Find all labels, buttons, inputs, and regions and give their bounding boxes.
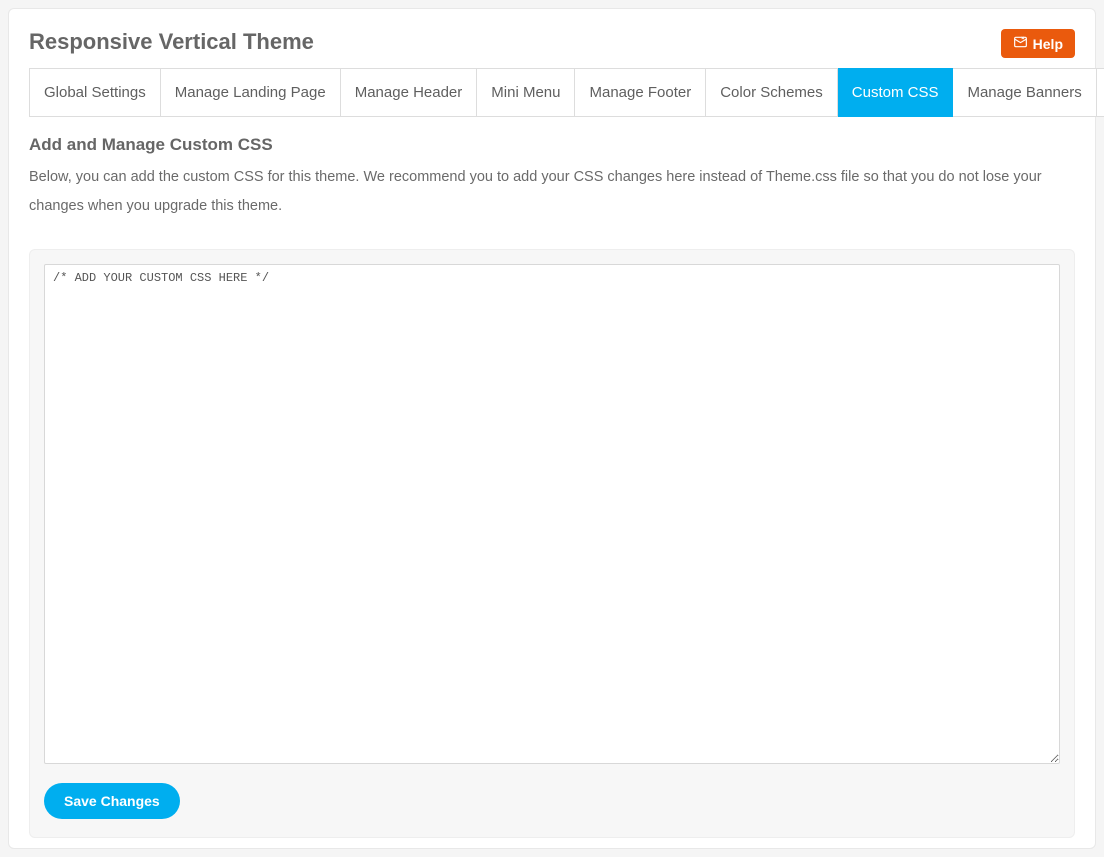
tab-manage-header[interactable]: Manage Header xyxy=(341,68,478,117)
page-container: Responsive Vertical Theme Help Global Se… xyxy=(8,8,1096,849)
tab-typography[interactable]: Typography xyxy=(1097,68,1104,117)
tab-manage-banners[interactable]: Manage Banners xyxy=(953,68,1096,117)
content-box: Save Changes xyxy=(29,249,1075,838)
tab-global-settings[interactable]: Global Settings xyxy=(30,68,161,117)
section-title: Add and Manage Custom CSS xyxy=(29,135,1075,155)
page-title: Responsive Vertical Theme xyxy=(29,29,314,55)
tab-mini-menu[interactable]: Mini Menu xyxy=(477,68,575,117)
custom-css-textarea[interactable] xyxy=(44,264,1060,764)
tab-custom-css[interactable]: Custom CSS xyxy=(838,68,954,117)
tab-manage-landing-page[interactable]: Manage Landing Page xyxy=(161,68,341,117)
header-row: Responsive Vertical Theme Help xyxy=(29,29,1075,58)
help-button[interactable]: Help xyxy=(1001,29,1075,58)
tab-manage-footer[interactable]: Manage Footer xyxy=(575,68,706,117)
help-button-label: Help xyxy=(1033,36,1063,52)
section-description: Below, you can add the custom CSS for th… xyxy=(29,163,1075,221)
tab-color-schemes[interactable]: Color Schemes xyxy=(706,68,838,117)
tabs: Global Settings Manage Landing Page Mana… xyxy=(29,68,1075,117)
save-changes-button[interactable]: Save Changes xyxy=(44,783,180,819)
mail-icon xyxy=(1013,35,1028,52)
